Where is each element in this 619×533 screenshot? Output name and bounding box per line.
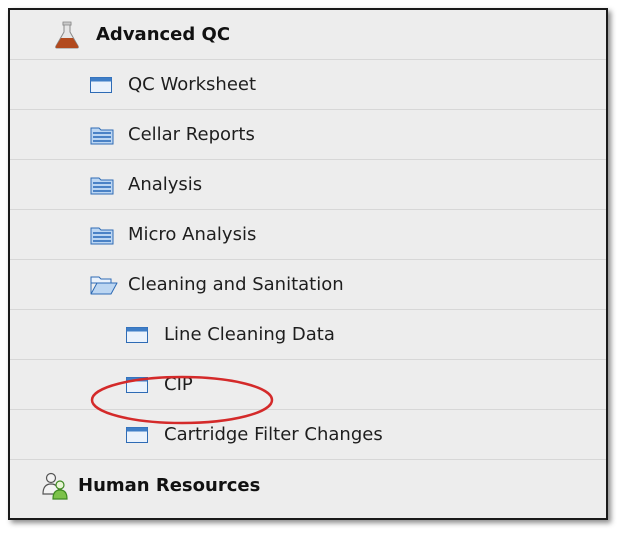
navigation-menu-panel: Advanced QC QC Worksheet Cellar Reports [8,8,608,520]
section-label: Human Resources [78,474,261,496]
window-icon [90,76,112,93]
menu-item-label: Cleaning and Sanitation [128,274,344,295]
section-advanced-qc[interactable]: Advanced QC [10,10,606,60]
menu-item-micro-analysis[interactable]: Micro Analysis [10,210,606,260]
menu-item-line-cleaning-data[interactable]: Line Cleaning Data [10,310,606,360]
menu-item-label: Line Cleaning Data [164,324,335,345]
folder-icon [90,125,114,145]
window-icon [126,326,148,343]
window-icon [126,426,148,443]
menu-item-label: Analysis [128,174,203,195]
folder-open-icon [90,275,118,295]
flask-icon [52,20,82,50]
menu-item-label: Cartridge Filter Changes [164,424,383,445]
section-human-resources[interactable]: Human Resources [10,460,606,510]
menu-item-label: Micro Analysis [128,224,257,245]
users-icon [40,470,70,500]
section-label: Advanced QC [96,24,231,45]
window-icon [126,376,148,393]
folder-icon [90,225,114,245]
menu-item-cellar-reports[interactable]: Cellar Reports [10,110,606,160]
menu-item-qc-worksheet[interactable]: QC Worksheet [10,60,606,110]
menu-item-analysis[interactable]: Analysis [10,160,606,210]
menu-item-cip[interactable]: CIP [10,360,606,410]
menu-item-label: QC Worksheet [128,74,257,95]
menu-item-cartridge-filter-changes[interactable]: Cartridge Filter Changes [10,410,606,460]
menu-item-label: CIP [164,374,193,395]
folder-icon [90,175,114,195]
menu-item-label: Cellar Reports [128,124,255,145]
menu-item-cleaning-and-sanitation[interactable]: Cleaning and Sanitation [10,260,606,310]
